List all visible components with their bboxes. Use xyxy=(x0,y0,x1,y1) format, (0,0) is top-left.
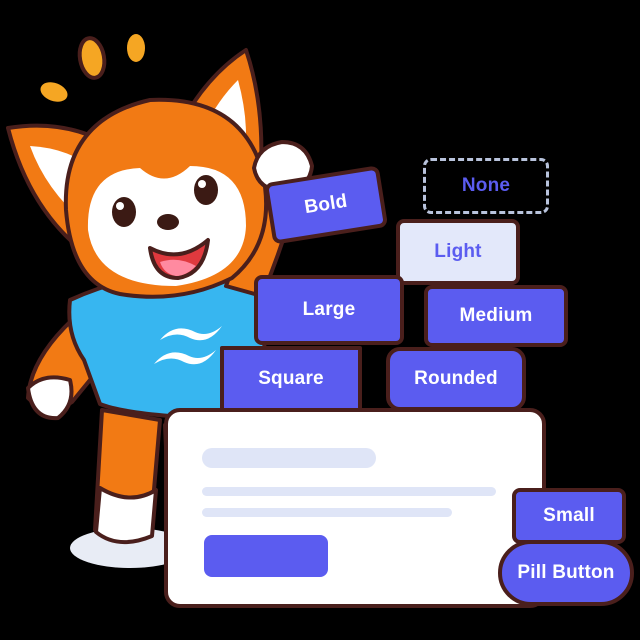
block-none-label: None xyxy=(461,175,511,196)
block-light: Light xyxy=(396,219,520,285)
card-title-bar xyxy=(202,448,376,468)
block-pill-button: Pill Button xyxy=(498,540,634,606)
block-square-label: Square xyxy=(258,368,324,389)
card-text-line xyxy=(202,508,452,517)
card-text-line xyxy=(202,487,496,496)
block-pill-label: Pill Button xyxy=(517,562,615,583)
placeholder-card xyxy=(164,408,546,608)
block-rounded-label: Rounded xyxy=(414,368,498,389)
block-medium-label: Medium xyxy=(459,305,533,326)
illustration: None Bold Light Large Medium Square Roun… xyxy=(0,0,640,640)
block-small-label: Small xyxy=(543,505,595,526)
block-small: Small xyxy=(512,488,626,544)
block-medium: Medium xyxy=(424,285,568,347)
block-none: None xyxy=(423,158,549,214)
block-bold-label: Bold xyxy=(303,190,349,219)
block-light-label: Light xyxy=(434,241,482,262)
card-button-placeholder xyxy=(204,535,328,577)
block-rounded: Rounded xyxy=(386,347,526,411)
block-large: Large xyxy=(254,275,404,345)
block-square: Square xyxy=(220,346,362,412)
block-large-label: Large xyxy=(302,299,356,320)
